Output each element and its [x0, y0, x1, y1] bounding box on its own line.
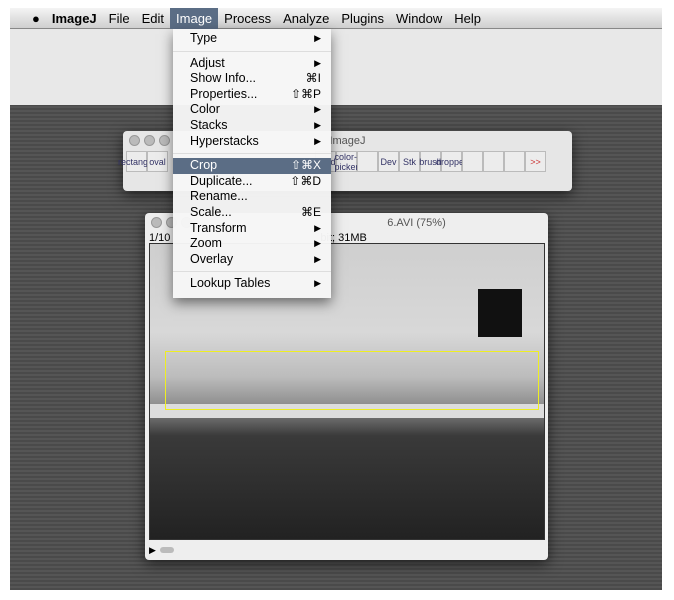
menu-item-label: Color	[190, 102, 220, 117]
menu-separator	[173, 50, 331, 52]
minimize-button[interactable]	[144, 135, 155, 146]
tool-Stk-icon[interactable]: Stk	[399, 151, 420, 172]
submenu-arrow-icon: ▶	[314, 253, 321, 264]
submenu-arrow-icon: ▶	[314, 119, 321, 130]
shortcut: ⇧⌘X	[290, 158, 321, 173]
menu-item-label: Hyperstacks	[190, 133, 259, 148]
menu-item-adjust[interactable]: Adjust ▶	[173, 56, 331, 72]
menu-item-label: Scale...	[190, 204, 232, 219]
menu-item-label: Properties...	[190, 86, 258, 101]
submenu-arrow-icon: ▶	[314, 278, 321, 289]
menu-bar: ● ImageJ File Edit Image Process Analyze Plugin…	[10, 7, 662, 29]
close-button[interactable]	[151, 217, 162, 228]
image-title: 6.AVI (75%)	[387, 217, 446, 229]
menu-imagej[interactable]: ImageJ	[46, 8, 103, 29]
submenu-arrow-icon: ▶	[314, 222, 321, 233]
menu-window[interactable]: Window	[390, 8, 448, 29]
submenu-arrow-icon: ▶	[314, 238, 321, 249]
menu-help[interactable]: Help	[448, 8, 487, 29]
menu-item-crop[interactable]: Crop ⇧⌘X	[173, 158, 331, 174]
tool-color-picker-icon[interactable]: color-picker	[335, 151, 359, 172]
menu-item-lookup-tables[interactable]: Lookup Tables ▶	[173, 276, 331, 292]
menu-item-label: Show Info...	[190, 71, 257, 86]
menu-item-rename[interactable]: Rename...	[173, 189, 331, 205]
tool->>-icon[interactable]: >>	[525, 151, 546, 172]
menu-item-stacks[interactable]: Stacks ▶	[173, 118, 331, 134]
zoom-button[interactable]	[159, 135, 170, 146]
menu-item-duplicate[interactable]: Duplicate... ⇧⌘D	[173, 174, 331, 190]
play-icon[interactable]: ▶	[149, 545, 156, 556]
menu-item-transform[interactable]: Transform ▶	[173, 221, 331, 237]
menu-item-scale[interactable]: Scale... ⌘E	[173, 205, 331, 221]
menu-item-type[interactable]: Type ▶	[173, 31, 331, 47]
tool-empty[interactable]	[462, 151, 483, 172]
menu-item-show-info[interactable]: Show Info... ⌘I	[173, 71, 331, 87]
menu-item-label: Lookup Tables	[190, 276, 271, 291]
menu-item-color[interactable]: Color ▶	[173, 102, 331, 118]
menu-separator	[173, 271, 331, 273]
tool-oval-icon[interactable]: oval	[147, 151, 168, 172]
shortcut: ⇧⌘D	[290, 173, 321, 188]
menu-image[interactable]: Image	[170, 7, 219, 29]
tool-rectangle-icon[interactable]: rectangle	[118, 151, 155, 172]
slider-thumb[interactable]	[159, 547, 174, 553]
image-menu-dropdown: Type ▶ Adjust ▶ Show Info... ⌘I Properties... ⇧…	[173, 29, 331, 298]
menu-analyze[interactable]: Analyze	[277, 8, 335, 29]
menu-separator	[173, 153, 331, 155]
close-button[interactable]	[129, 135, 140, 146]
rectangle-selection[interactable]	[165, 351, 539, 410]
menu-item-zoom[interactable]: Zoom ▶	[173, 236, 331, 252]
menu-item-label: Adjust	[190, 55, 225, 70]
desktop-top	[10, 29, 662, 105]
tool-dropper-icon[interactable]: dropper	[436, 151, 467, 172]
menu-process[interactable]: Process	[218, 8, 277, 29]
menu-item-label: Duplicate...	[190, 173, 253, 188]
submenu-arrow-icon: ▶	[314, 135, 321, 146]
menu-item-label: Transform	[190, 220, 247, 235]
menu-item-label: Overlay	[190, 251, 234, 266]
menu-edit[interactable]: Edit	[136, 8, 170, 29]
submenu-arrow-icon: ▶	[314, 33, 321, 43]
tool-empty[interactable]	[483, 151, 504, 172]
shortcut: ⇧⌘P	[290, 86, 321, 101]
menu-item-hyperstacks[interactable]: Hyperstacks ▶	[173, 134, 331, 150]
menu-plugins[interactable]: Plugins	[335, 8, 390, 29]
menu-item-label: Rename...	[190, 189, 248, 204]
tool-Dev-icon[interactable]: Dev	[378, 151, 399, 172]
menu-item-overlay[interactable]: Overlay ▶	[173, 252, 331, 268]
shortcut: ⌘E	[300, 204, 321, 219]
shortcut: ⌘I	[305, 71, 321, 86]
menu-item-label: Zoom	[190, 236, 222, 251]
menu-file[interactable]: File	[103, 8, 136, 29]
menu-item-properties[interactable]: Properties... ⇧⌘P	[173, 87, 331, 103]
submenu-arrow-icon: ▶	[314, 104, 321, 115]
menu-item-label: Crop	[190, 158, 218, 173]
tool-empty[interactable]	[357, 151, 378, 172]
stack-slider[interactable]: ▶	[149, 545, 545, 555]
tool-empty[interactable]	[504, 151, 525, 172]
submenu-arrow-icon: ▶	[314, 57, 321, 68]
menu-item-label: Stacks	[190, 117, 228, 132]
apple-icon[interactable]: ●	[26, 8, 46, 29]
menu-item-label: Type	[190, 31, 218, 45]
toolbar-title: ImageJ	[329, 135, 366, 147]
monitor	[478, 289, 522, 337]
